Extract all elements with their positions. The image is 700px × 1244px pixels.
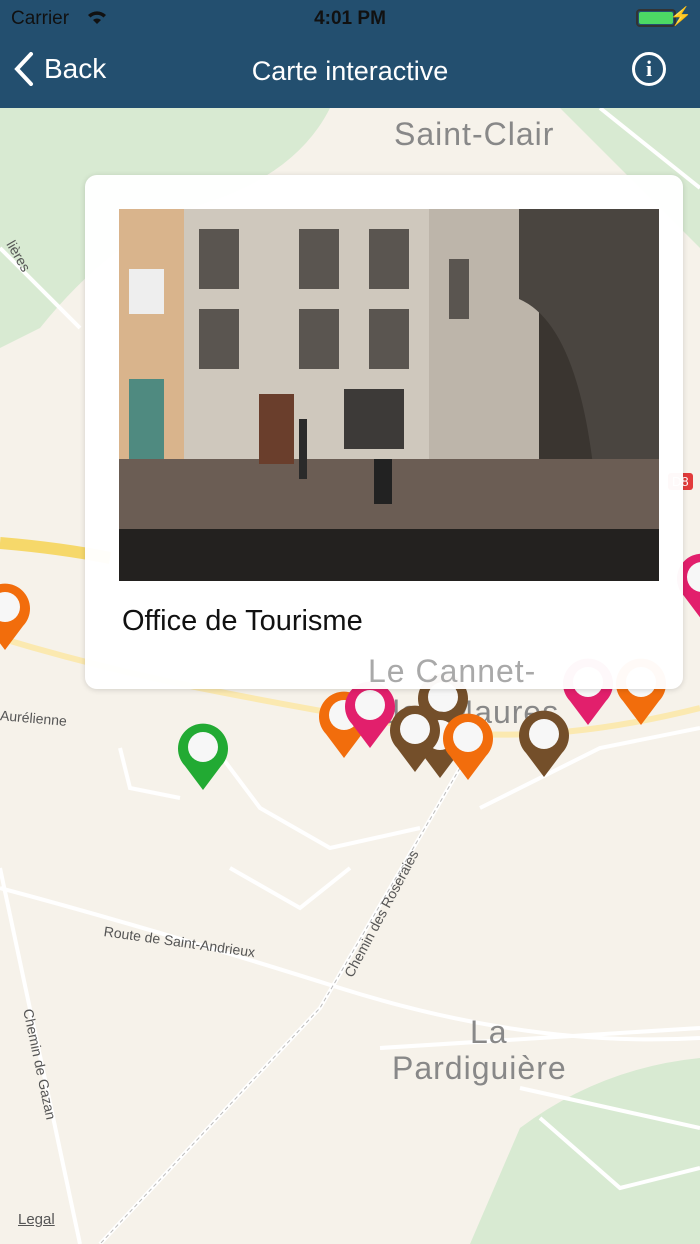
place-popup-card[interactable]: Office de Tourisme [85,175,683,689]
place-photo [119,209,659,581]
map-label-le-cannet: Le Cannet- [368,653,537,689]
map-pin-green[interactable] [177,722,229,790]
map-label-saint-clair: Saint-Clair [394,116,555,152]
place-title: Office de Tourisme [122,605,363,637]
back-label: Back [44,53,107,84]
legal-link[interactable]: Legal [18,1211,55,1228]
back-button[interactable]: Back [14,52,106,86]
status-bar: Carrier 4:01 PM ⚡ [0,0,700,36]
navigation-bar: Back Carte interactive i [0,36,700,108]
map-pin-orange[interactable] [0,582,31,650]
chevron-left-icon [14,52,33,86]
map-label-pardiguiere: Pardiguière [392,1050,567,1086]
map-label-la: La [470,1014,508,1050]
charging-icon: ⚡ [669,6,692,26]
map-pin-brown[interactable] [389,704,441,772]
info-button[interactable]: i [632,52,666,86]
map-pin-orange[interactable] [442,712,494,780]
clock: 4:01 PM [314,8,386,29]
